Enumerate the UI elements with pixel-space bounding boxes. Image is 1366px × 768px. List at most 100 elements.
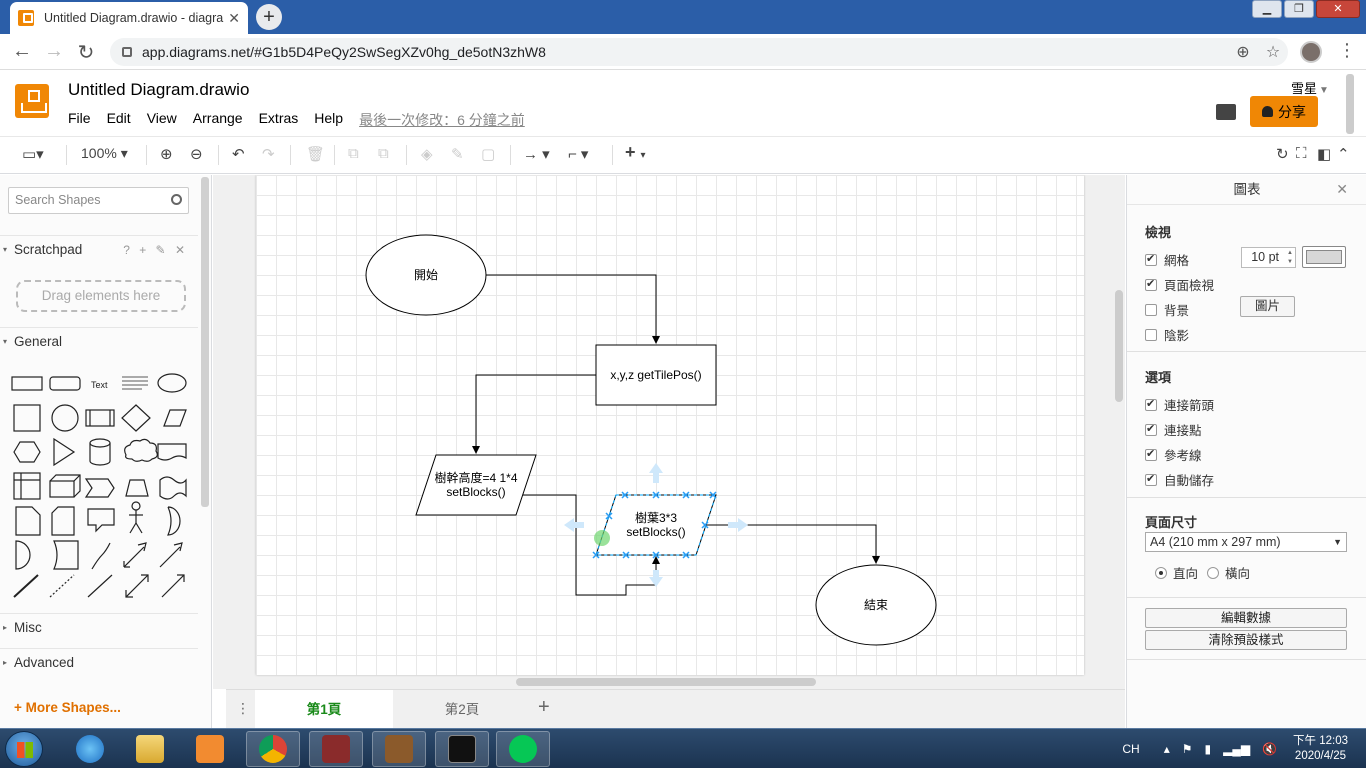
tab-close-icon[interactable]: ✕	[228, 10, 240, 27]
triangle-shape[interactable]	[53, 437, 76, 467]
portrait-radio[interactable]	[1155, 566, 1167, 579]
signal-icon[interactable]: ▂▄▆	[1223, 742, 1250, 756]
guides-checkbox[interactable]	[1145, 447, 1157, 461]
taskbar-minecraft[interactable]	[372, 731, 426, 767]
edit-data-button[interactable]: 編輯數據	[1145, 608, 1347, 628]
shadow-icon[interactable]: ▢	[481, 145, 495, 163]
zoom-dropdown[interactable]: 100% ▾	[81, 145, 128, 162]
document-shape[interactable]	[157, 443, 187, 461]
comments-icon[interactable]	[1216, 104, 1236, 120]
to-front-icon[interactable]: ⧉	[348, 145, 359, 162]
guides-option[interactable]: 參考線	[1145, 445, 1202, 464]
restore-button[interactable]: ❐	[1284, 0, 1314, 18]
search-icon[interactable]	[171, 194, 182, 205]
tape-shape[interactable]	[159, 476, 187, 500]
taskbar-spider-app[interactable]	[309, 731, 363, 767]
actor-shape[interactable]	[129, 501, 143, 534]
arrow-up-icon[interactable]	[649, 463, 663, 483]
grid-size-input[interactable]: 10 pt ▲ ▼	[1241, 247, 1296, 268]
portrait-option[interactable]: 直向	[1155, 563, 1198, 582]
omnibox[interactable]: app.diagrams.net/#G1b5D4PeQy2SwSegXZv0hg…	[110, 38, 1288, 66]
process-shape[interactable]	[85, 409, 115, 427]
cube-shape[interactable]	[49, 474, 81, 498]
menu-help[interactable]: Help	[314, 110, 343, 130]
fullscreen-icon[interactable]: ⛶	[1296, 145, 1307, 162]
note-shape[interactable]	[15, 506, 41, 536]
reload-icon[interactable]: ↻	[74, 40, 98, 65]
leaves-node-selected[interactable]: 樹葉3*3 setBlocks()	[595, 494, 717, 556]
step-shape[interactable]	[84, 478, 115, 498]
parallelogram-shape[interactable]	[163, 409, 187, 427]
diagram-canvas[interactable]: 開始 x,y,z getTilePos() 樹幹高度=4 1*4 setBloc…	[213, 175, 1125, 689]
zoom-in-icon[interactable]: ⊕	[160, 145, 173, 163]
menu-view[interactable]: View	[147, 110, 177, 130]
waypoints-icon[interactable]: ⌐ ▾	[568, 145, 588, 163]
usb-icon[interactable]: ▮	[1204, 742, 1211, 756]
page-view-checkbox[interactable]	[1145, 277, 1157, 291]
getpos-node[interactable]: x,y,z getTilePos()	[595, 344, 717, 406]
thick-line-shape[interactable]	[13, 574, 39, 598]
advanced-header[interactable]: ▸ Advanced	[0, 648, 198, 676]
close-window-button[interactable]: ✕	[1316, 0, 1360, 18]
grid-option[interactable]: 網格	[1145, 250, 1189, 269]
diamond-shape[interactable]	[121, 404, 151, 432]
bookmark-star-icon[interactable]: ☆	[1258, 42, 1288, 62]
canvas-vertical-scrollbar[interactable]	[1115, 290, 1123, 402]
connection-arrows-checkbox[interactable]	[1145, 397, 1157, 411]
document-title[interactable]: Untitled Diagram.drawio	[68, 80, 249, 100]
trunk-node[interactable]: 樹幹高度=4 1*4 setBlocks()	[415, 454, 537, 516]
rounded-rectangle-shape[interactable]	[49, 376, 81, 391]
edge-getpos-to-trunk[interactable]	[472, 374, 596, 454]
user-menu[interactable]: 雪星 ▼	[1291, 78, 1329, 97]
delay-shape[interactable]	[15, 540, 31, 570]
menu-edit[interactable]: Edit	[107, 110, 131, 130]
taskbar-cmd[interactable]	[435, 731, 489, 767]
browser-menu-icon[interactable]: ⋮	[1338, 40, 1356, 61]
pages-menu-icon[interactable]: ⋮	[236, 700, 250, 717]
forward-arrow-icon[interactable]: →	[42, 40, 66, 63]
sidebar-scrollbar[interactable]	[201, 177, 209, 507]
clock[interactable]: 下午 12:03 2020/4/25	[1293, 734, 1348, 764]
start-node[interactable]: 開始	[365, 234, 487, 316]
arrow-down-icon[interactable]	[649, 570, 663, 587]
to-back-icon[interactable]: ⧉	[378, 145, 389, 162]
close-panel-icon[interactable]: ✕	[1336, 181, 1348, 198]
text-shape[interactable]: Text	[91, 380, 108, 390]
connection-point-highlight[interactable]	[594, 530, 610, 546]
canvas-horizontal-scrollbar[interactable]	[516, 678, 816, 686]
directional-connector-shape[interactable]	[161, 574, 185, 598]
collapse-icon[interactable]: ⌃	[1337, 145, 1350, 163]
taskbar-line[interactable]	[496, 731, 550, 767]
hexagon-shape[interactable]	[13, 441, 41, 463]
edge-leaves-to-end[interactable]	[706, 524, 880, 564]
scratchpad-dropzone[interactable]: Drag elements here	[16, 280, 186, 312]
misc-header[interactable]: ▸ Misc	[0, 613, 198, 641]
container-shape[interactable]	[13, 472, 41, 500]
scratchpad-header[interactable]: ▾ Scratchpad ? + ✎ ✕	[0, 235, 198, 263]
clear-default-style-button[interactable]: 清除預設樣式	[1145, 630, 1347, 650]
menu-arrange[interactable]: Arrange	[193, 110, 243, 130]
textbox-shape[interactable]	[122, 376, 148, 390]
shadow-option[interactable]: 陰影	[1145, 325, 1189, 344]
cylinder-shape[interactable]	[89, 438, 111, 466]
page-tab-2[interactable]: 第2頁	[393, 690, 531, 729]
page-view-option[interactable]: 頁面檢視	[1145, 275, 1214, 294]
card-shape[interactable]	[51, 506, 75, 536]
volume-icon[interactable]: 🔇	[1262, 742, 1277, 756]
cloud-shape[interactable]	[124, 438, 158, 462]
bidirectional-arrow-shape[interactable]	[123, 542, 147, 568]
circle-shape[interactable]	[51, 404, 79, 432]
browser-tab[interactable]: Untitled Diagram.drawio - diagra ✕	[10, 2, 248, 34]
new-tab-button[interactable]: +	[256, 4, 282, 30]
url-text[interactable]: app.diagrams.net/#G1b5D4PeQy2SwSegXZv0hg…	[142, 44, 1228, 60]
zoom-out-icon[interactable]: ⊖	[190, 145, 203, 163]
arrow-left-icon[interactable]	[564, 518, 584, 532]
grid-checkbox[interactable]	[1145, 252, 1157, 266]
menu-extras[interactable]: Extras	[259, 110, 299, 130]
background-checkbox[interactable]	[1145, 303, 1157, 316]
grid-color-picker[interactable]	[1302, 246, 1346, 268]
grid-size-spinner-icon[interactable]: ▲ ▼	[1287, 249, 1293, 267]
background-image-button[interactable]: 圖片	[1240, 296, 1295, 317]
menu-file[interactable]: File	[68, 110, 91, 130]
connection-points-option[interactable]: 連接點	[1145, 420, 1202, 439]
